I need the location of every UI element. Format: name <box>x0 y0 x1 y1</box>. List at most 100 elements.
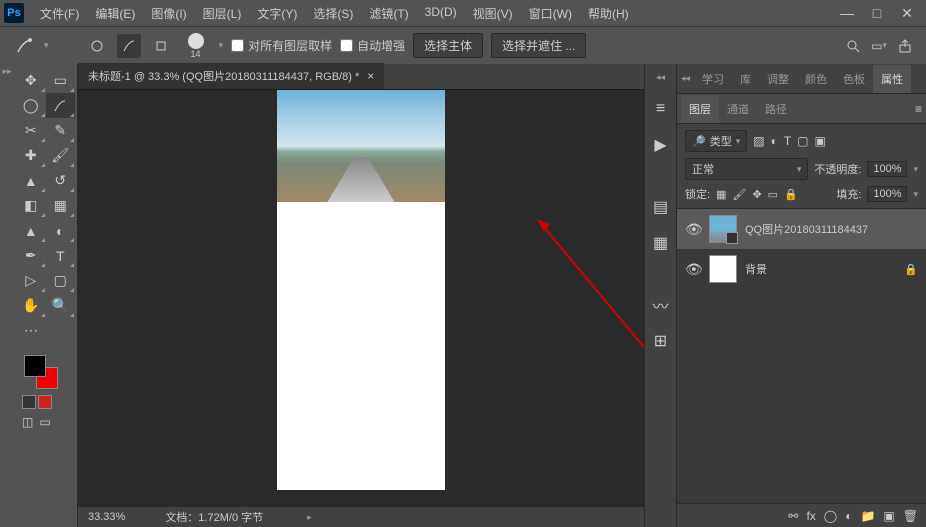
zoom-tool[interactable]: 🔍 <box>46 293 76 318</box>
select-and-mask-button[interactable]: 选择并遮住 ... <box>491 33 586 58</box>
blend-mode-dropdown[interactable]: 正常▾ <box>685 158 808 180</box>
filter-pixel-icon[interactable]: ▨ <box>753 134 764 148</box>
fx-icon[interactable]: fx <box>806 509 815 523</box>
brush-mode-1-icon[interactable] <box>85 34 109 58</box>
gradient-tool[interactable]: ▦ <box>46 193 76 218</box>
delete-layer-icon[interactable]: 🗑 <box>903 509 918 523</box>
screen-mode-icon[interactable] <box>38 395 52 409</box>
auto-enhance-checkbox[interactable]: 自动增强 <box>340 37 405 54</box>
healing-tool[interactable]: ✚ <box>16 143 46 168</box>
brushes-panel-icon[interactable]: 〰 <box>651 295 671 315</box>
clone-panel-icon[interactable]: ⊞ <box>651 331 671 351</box>
group-icon[interactable]: 📁 <box>860 509 875 523</box>
layer-row[interactable]: 👁 QQ图片20180311184437 <box>677 209 926 249</box>
adjustment-icon[interactable]: ◐ <box>845 509 852 523</box>
edit-toolbar-button[interactable]: ⋯ <box>16 318 46 343</box>
tab-properties[interactable]: 属性 <box>873 65 911 93</box>
close-button[interactable]: ✕ <box>892 3 922 23</box>
lock-image-icon[interactable]: 🖌 <box>732 188 746 201</box>
chevron-down-icon[interactable]: ▾ <box>913 189 918 200</box>
tab-library[interactable]: 库 <box>732 65 759 93</box>
tab-channels[interactable]: 通道 <box>719 95 757 123</box>
canvas[interactable] <box>277 90 445 490</box>
dodge-tool[interactable]: ◐ <box>46 218 76 243</box>
shape-tool[interactable]: ▢ <box>46 268 76 293</box>
menu-image[interactable]: 图像(I) <box>143 1 194 26</box>
eraser-tool[interactable]: ◧ <box>16 193 46 218</box>
layer-row[interactable]: 👁 背景 🔒 <box>677 249 926 289</box>
tab-layers[interactable]: 图层 <box>681 95 719 123</box>
mode-icon-1[interactable]: ◫ <box>22 415 33 429</box>
brush-preset[interactable]: 14 <box>181 33 211 59</box>
search-icon[interactable] <box>844 37 862 55</box>
fill-input[interactable]: 100% <box>867 186 907 202</box>
tab-learn[interactable]: 学习 <box>694 65 732 93</box>
actions-panel-icon[interactable]: ▶ <box>651 135 671 155</box>
minimize-button[interactable]: ― <box>832 3 862 23</box>
chevron-right-icon[interactable]: ▸ <box>307 512 312 523</box>
move-tool[interactable]: ✥ <box>16 68 46 93</box>
tab-swatches[interactable]: 色板 <box>835 65 873 93</box>
brush-mode-3-icon[interactable] <box>149 34 173 58</box>
lock-position-icon[interactable]: ✥ <box>752 188 761 201</box>
menu-filter[interactable]: 滤镜(T) <box>361 1 416 26</box>
lock-transparent-icon[interactable]: ▦ <box>716 188 726 201</box>
layer-thumbnail[interactable] <box>709 255 737 283</box>
quick-select-tool[interactable] <box>46 93 76 118</box>
clone-tool[interactable]: ▲ <box>16 168 46 193</box>
menu-help[interactable]: 帮助(H) <box>580 1 637 26</box>
sample-all-checkbox[interactable]: 对所有图层取样 <box>231 37 332 54</box>
document-tab[interactable]: 未标题-1 @ 33.3% (QQ图片20180311184437, RGB/8… <box>78 63 384 89</box>
history-brush-tool[interactable]: ↺ <box>46 168 76 193</box>
layer-name[interactable]: 背景 <box>745 261 896 277</box>
layer-name[interactable]: QQ图片20180311184437 <box>745 221 918 237</box>
panel-menu-icon[interactable]: ≡ <box>915 102 922 116</box>
layer-thumbnail[interactable] <box>709 215 737 243</box>
filter-kind-dropdown[interactable]: 🔎 类型 ▾ <box>685 130 747 152</box>
quick-mask-icon[interactable] <box>22 395 36 409</box>
tab-adjustments[interactable]: 调整 <box>759 65 797 93</box>
filter-smart-icon[interactable]: ▣ <box>815 134 826 148</box>
menu-window[interactable]: 窗口(W) <box>521 1 580 26</box>
filter-shape-icon[interactable]: ▢ <box>797 134 808 148</box>
new-layer-icon[interactable]: ▣ <box>883 509 894 523</box>
current-tool-icon[interactable] <box>12 34 36 58</box>
chevron-down-icon[interactable]: ▾ <box>219 40 224 51</box>
menu-view[interactable]: 视图(V) <box>465 1 521 26</box>
tab-color[interactable]: 颜色 <box>797 65 835 93</box>
chevron-down-icon[interactable]: ▾ <box>44 40 49 51</box>
menu-layer[interactable]: 图层(L) <box>195 1 250 26</box>
menu-file[interactable]: 文件(F) <box>32 1 87 26</box>
pen-tool[interactable]: ✒ <box>16 243 46 268</box>
workspace-icon[interactable]: ▭▾ <box>870 37 888 55</box>
color-swatch[interactable] <box>16 353 75 393</box>
filter-type-icon[interactable]: T <box>784 134 791 148</box>
eyedropper-tool[interactable]: ✎ <box>46 118 76 143</box>
brush-tool[interactable]: 🖌 <box>46 143 76 168</box>
share-icon[interactable] <box>896 37 914 55</box>
visibility-icon[interactable]: 👁 <box>685 261 701 278</box>
lock-artboard-icon[interactable]: ▭ <box>768 188 778 201</box>
menu-select[interactable]: 选择(S) <box>305 1 361 26</box>
path-select-tool[interactable]: ▷ <box>16 268 46 293</box>
filter-adjust-icon[interactable]: ◐ <box>771 134 778 148</box>
tab-paths[interactable]: 路径 <box>757 95 795 123</box>
character-panel-icon[interactable]: ▤ <box>651 197 671 217</box>
menu-3d[interactable]: 3D(D) <box>417 1 465 26</box>
zoom-level[interactable]: 33.33% <box>88 511 125 523</box>
chevron-down-icon[interactable]: ▾ <box>913 164 918 175</box>
expand-dock-icon[interactable]: ◂◂ <box>656 72 665 83</box>
mode-icon-2[interactable]: ▭ <box>39 415 50 429</box>
menu-type[interactable]: 文字(Y) <box>249 1 305 26</box>
paragraph-panel-icon[interactable]: ▦ <box>651 233 671 253</box>
blur-tool[interactable]: ▲ <box>16 218 46 243</box>
collapse-panel-icon[interactable]: ◂◂ <box>681 73 690 84</box>
doc-info[interactable]: 文档：1.72M/0 字节 <box>165 509 263 525</box>
opacity-input[interactable]: 100% <box>867 161 907 177</box>
link-layers-icon[interactable]: ⚯ <box>788 509 798 523</box>
collapse-strip[interactable]: ▸▸ <box>0 64 14 527</box>
hand-tool[interactable]: ✋ <box>16 293 46 318</box>
crop-tool[interactable]: ✂ <box>16 118 46 143</box>
maximize-button[interactable]: □ <box>862 3 892 23</box>
select-subject-button[interactable]: 选择主体 <box>413 33 483 58</box>
